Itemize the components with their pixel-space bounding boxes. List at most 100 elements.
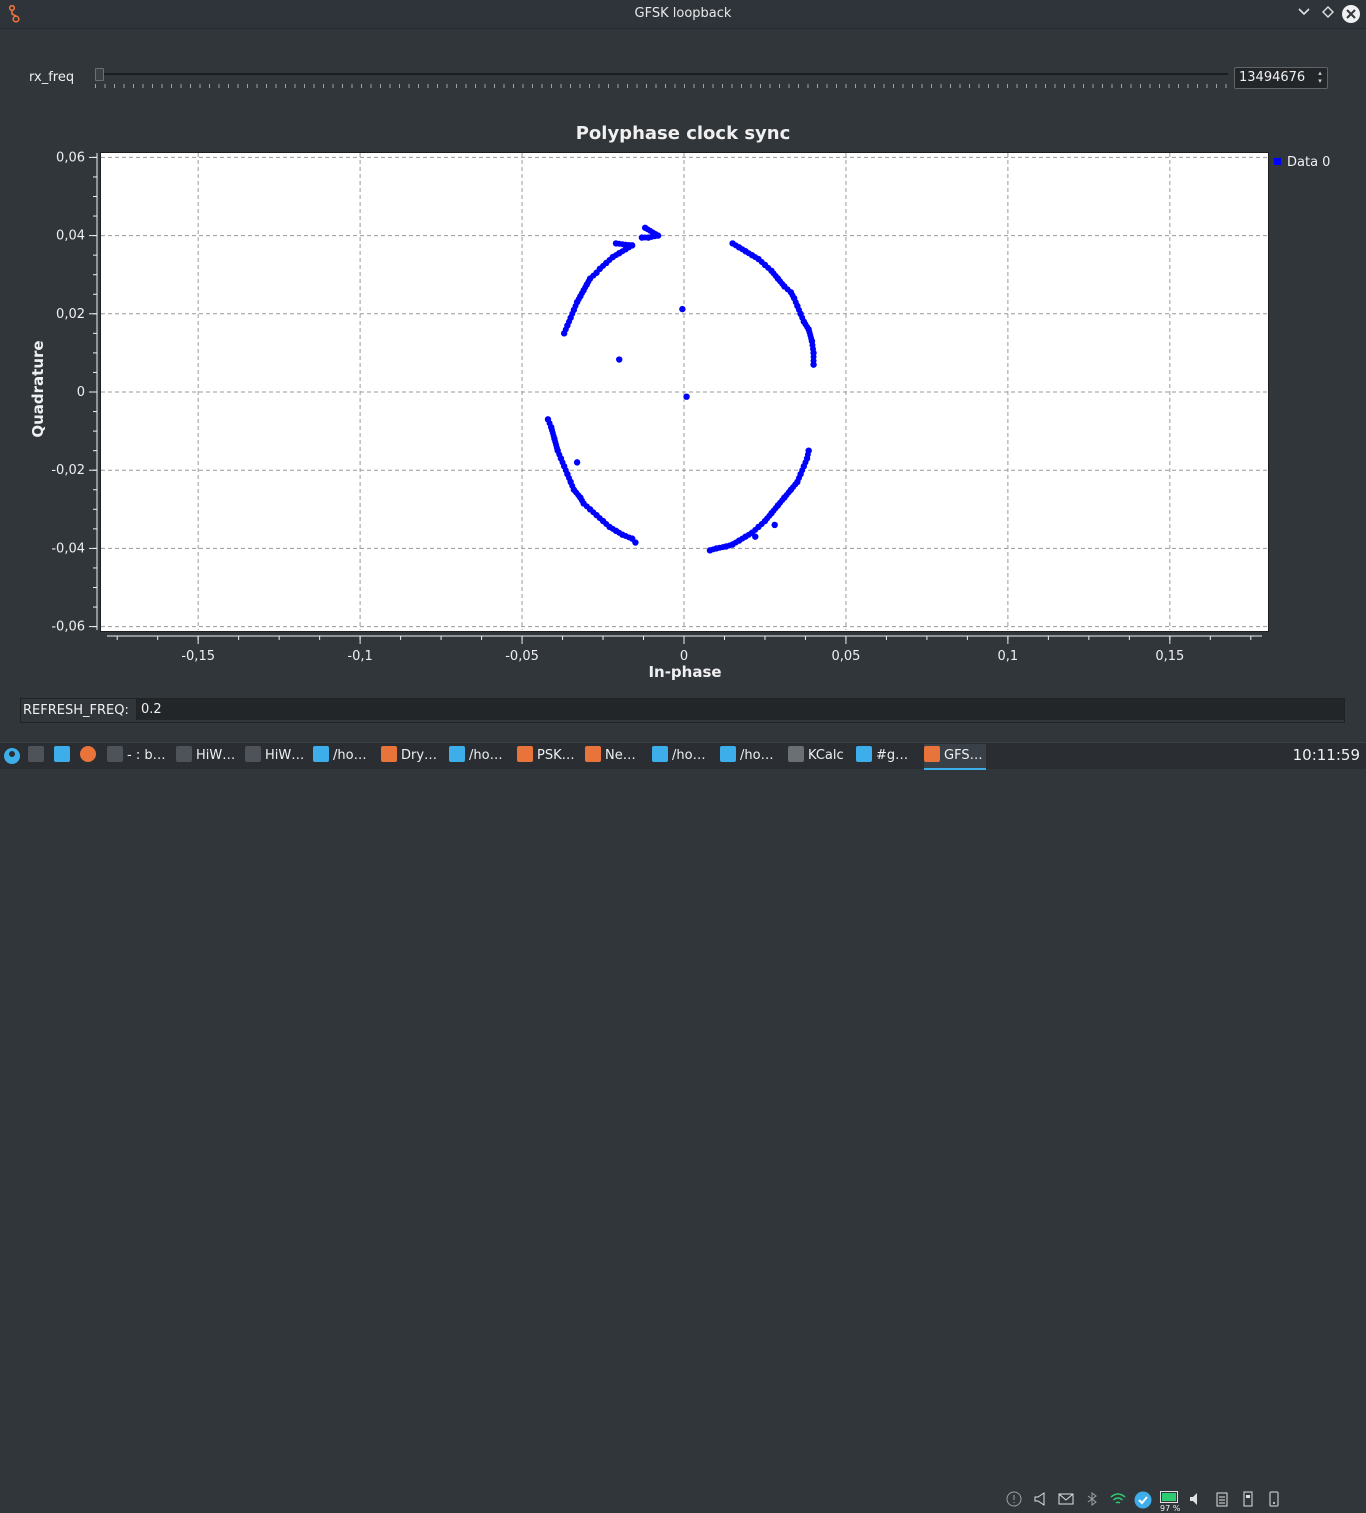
data-point-fill <box>596 515 603 522</box>
firefox-icon <box>80 746 96 762</box>
legend-label: Data 0 <box>1287 155 1331 170</box>
data-point <box>573 459 581 466</box>
y-tick-label: 0,04 <box>56 229 85 244</box>
data-point-fill <box>642 234 649 241</box>
announcement-icon[interactable] <box>1033 1491 1049 1507</box>
refresh-freq-field[interactable] <box>136 699 1344 720</box>
taskbar-task[interactable]: PSK… <box>517 744 581 768</box>
files-launcher[interactable] <box>54 744 72 768</box>
x-tick-label: 0 <box>680 649 688 664</box>
volume-icon[interactable] <box>1188 1491 1204 1507</box>
gnuradio-icon <box>924 746 940 762</box>
taskbar-task[interactable]: /ho… <box>313 744 377 768</box>
taskbar-task-label: /ho… <box>740 748 774 763</box>
phone-icon[interactable] <box>1266 1491 1282 1507</box>
data-point-fill <box>550 432 557 439</box>
data-point-fill <box>578 497 585 504</box>
firefox-icon <box>381 746 397 762</box>
taskbar-task[interactable]: /ho… <box>652 744 716 768</box>
taskbar-task[interactable]: #g… <box>856 744 920 768</box>
data-point-fill <box>582 284 589 291</box>
taskbar-task-label: #g… <box>876 748 909 763</box>
taskbar-task[interactable]: KCalc <box>788 744 852 768</box>
data-point <box>632 539 639 546</box>
data-point-fill <box>546 420 553 427</box>
taskbar-task-label: - : b… <box>127 748 166 763</box>
data-point-fill <box>772 273 779 280</box>
data-point-fill <box>739 246 746 253</box>
data-point-fill <box>779 280 786 287</box>
data-point-fill <box>784 286 791 293</box>
data-point-fill <box>804 323 811 330</box>
data-point-fill <box>799 467 806 474</box>
clipboard-icon[interactable] <box>1214 1491 1230 1507</box>
notifications-icon[interactable] <box>1006 1491 1022 1507</box>
folder-icon <box>720 746 736 762</box>
terminal-launcher[interactable] <box>28 744 46 768</box>
taskbar-task[interactable]: Dry… <box>381 744 445 768</box>
data-point-fill <box>726 542 733 549</box>
data-point-fill <box>739 535 746 542</box>
data-point-fill <box>572 302 579 309</box>
battery-level: 97 % <box>1160 1504 1181 1513</box>
data-point-fill <box>765 264 772 271</box>
y-tick-label: -0,02 <box>51 463 85 478</box>
data-point-fill <box>779 497 786 504</box>
bluetooth-icon[interactable] <box>1084 1491 1100 1507</box>
data-point-fill <box>616 529 623 536</box>
legend[interactable]: Data 0 <box>1274 155 1330 170</box>
taskbar-task-label: PSK… <box>537 748 575 763</box>
scatter-chart: 0,06 0,04 0,02 0 -0,02 -0,04 -0,06 -0,15 -0,1 -0,… <box>51 150 1267 664</box>
data-point-fill <box>799 314 806 321</box>
data-point-fill <box>795 475 802 482</box>
firefox-icon <box>585 746 601 762</box>
data-point-fill <box>710 546 717 553</box>
data-point <box>771 521 778 529</box>
taskbar-task[interactable]: /ho… <box>449 744 513 768</box>
data-point-fill <box>619 248 626 255</box>
data-point <box>752 533 759 540</box>
app-launcher-button[interactable] <box>3 744 23 768</box>
mail-icon[interactable] <box>1058 1491 1074 1507</box>
data-point-fill <box>752 254 759 261</box>
taskbar-task[interactable]: - : b… <box>107 744 171 768</box>
taskbar-task-label: KCalc <box>808 748 844 763</box>
data-point-fill <box>575 491 582 498</box>
taskbar-task[interactable]: GFS… <box>924 744 986 770</box>
x-tick-label: 0,05 <box>831 649 860 664</box>
data-point-fill <box>583 503 590 510</box>
data-point-fill <box>590 272 597 279</box>
firefox-launcher[interactable] <box>80 744 98 768</box>
device-icon[interactable] <box>1240 1491 1256 1507</box>
x-tick-label: -0,1 <box>347 649 372 664</box>
wifi-icon[interactable] <box>1110 1491 1126 1507</box>
data-point-fill <box>644 226 651 233</box>
x-tick-label: 0,1 <box>998 649 1019 664</box>
legend-swatch <box>1274 158 1281 165</box>
data-point-fill <box>559 459 566 466</box>
terminal-icon <box>28 746 44 762</box>
data-point-fill <box>785 489 792 496</box>
battery-icon[interactable]: 97 % <box>1160 1491 1182 1513</box>
refresh-freq-input[interactable] <box>137 699 445 720</box>
taskbar-task[interactable]: Ne… <box>585 744 649 768</box>
data-point-fill <box>792 481 799 488</box>
updates-icon[interactable] <box>1134 1491 1152 1509</box>
taskbar-task[interactable]: /ho… <box>720 744 784 768</box>
data-point-fill <box>609 525 616 532</box>
taskbar-task[interactable]: HiW… <box>176 744 240 768</box>
data-point-fill <box>566 475 573 482</box>
data-point-fill <box>719 544 726 551</box>
data-point-fill <box>745 531 752 538</box>
taskbar-task[interactable]: HiW… <box>245 744 309 768</box>
data-point <box>679 305 686 313</box>
data-point-fill <box>810 357 817 364</box>
taskbar-task-label: Ne… <box>605 748 636 763</box>
data-point-fill <box>566 318 573 325</box>
data-point-fill <box>808 335 815 342</box>
clock[interactable]: 10:11:59 <box>1293 746 1360 764</box>
taskbar-task-label: HiW… <box>265 748 305 763</box>
data-point-fill <box>792 299 799 306</box>
data-point-fill <box>758 258 765 265</box>
y-tick-label: 0,02 <box>56 307 85 322</box>
